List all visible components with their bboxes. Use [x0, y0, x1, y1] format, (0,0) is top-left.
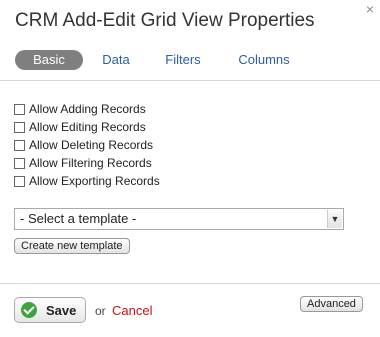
allow-deleting-label: Allow Deleting Records [29, 138, 154, 152]
allow-exporting-checkbox[interactable] [14, 175, 25, 187]
allow-exporting-label: Allow Exporting Records [29, 174, 160, 188]
tab-data[interactable]: Data [96, 50, 136, 70]
tab-filters[interactable]: Filters [158, 50, 208, 70]
option-allow-editing[interactable]: Allow Editing Records [14, 118, 160, 136]
allow-editing-checkbox[interactable] [14, 121, 25, 133]
allow-deleting-checkbox[interactable] [14, 139, 25, 151]
options-list: Allow Adding Records Allow Editing Recor… [14, 100, 160, 190]
close-icon[interactable]: × [366, 2, 374, 16]
create-template-button[interactable]: Create new template [14, 238, 130, 254]
or-separator: or [95, 304, 106, 318]
option-allow-adding[interactable]: Allow Adding Records [14, 100, 160, 118]
save-label: Save [46, 302, 77, 318]
tab-divider [0, 80, 380, 81]
save-button[interactable]: Save [14, 297, 86, 323]
option-allow-deleting[interactable]: Allow Deleting Records [14, 136, 160, 154]
allow-filtering-label: Allow Filtering Records [29, 156, 152, 170]
allow-filtering-checkbox[interactable] [14, 157, 25, 169]
checkmark-circle-icon [21, 302, 37, 318]
tab-bar: Basic Data Filters Columns [0, 50, 380, 72]
allow-adding-checkbox[interactable] [14, 103, 25, 115]
tab-basic[interactable]: Basic [15, 50, 83, 70]
advanced-button[interactable]: Advanced [300, 296, 363, 312]
chevron-down-icon[interactable]: ▼ [327, 210, 342, 228]
grid-view-properties-dialog: CRM Add-Edit Grid View Properties × Basi… [0, 0, 380, 337]
cancel-link[interactable]: Cancel [112, 303, 152, 318]
option-allow-exporting[interactable]: Allow Exporting Records [14, 172, 160, 190]
template-select[interactable]: - Select a template - ▼ [14, 208, 344, 230]
footer-divider [0, 283, 380, 284]
template-select-value: - Select a template - [20, 211, 137, 226]
option-allow-filtering[interactable]: Allow Filtering Records [14, 154, 160, 172]
allow-adding-label: Allow Adding Records [29, 102, 146, 116]
allow-editing-label: Allow Editing Records [29, 120, 146, 134]
dialog-title: CRM Add-Edit Grid View Properties [15, 10, 315, 31]
tab-columns[interactable]: Columns [232, 50, 296, 70]
